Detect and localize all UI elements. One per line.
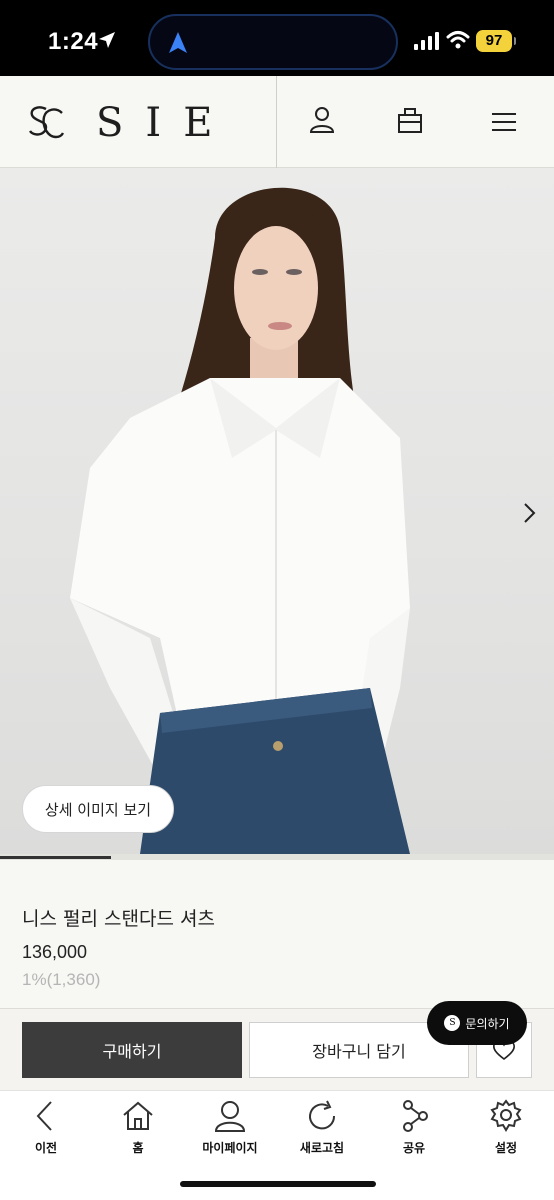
product-page: 1:24 97 SIE 상세 이미지 보기 니스 펄리 스탠다드 셔츠 136,… <box>0 0 554 1200</box>
nav-label: 공유 <box>402 1141 426 1155</box>
battery-indicator: 97 <box>476 30 516 52</box>
buy-button[interactable]: 구매하기 <box>22 1022 242 1078</box>
share-icon <box>403 1100 428 1132</box>
brand-monogram-icon <box>29 106 65 139</box>
product-image-gallery[interactable]: 상세 이미지 보기 <box>0 168 554 854</box>
account-icon[interactable] <box>309 106 335 134</box>
product-info: 니스 펄리 스탠다드 셔츠 136,000 1%(1,360) <box>0 860 554 1010</box>
user-icon <box>214 1101 246 1132</box>
brand-logo[interactable]: SIE <box>26 100 234 146</box>
inquiry-label: 문의하기 <box>465 1016 510 1031</box>
nav-label: 이전 <box>34 1141 58 1155</box>
product-price: 136,000 <box>22 942 88 962</box>
product-name: 니스 펄리 스탠다드 셔츠 <box>22 908 215 930</box>
nav-label: 설정 <box>494 1141 518 1155</box>
nav-label: 새로고침 <box>299 1141 345 1155</box>
home-indicator[interactable] <box>180 1181 376 1187</box>
wifi-icon <box>446 31 470 49</box>
brand-mark-icon: S <box>444 1015 461 1031</box>
navigation-arrow-icon <box>169 32 187 53</box>
reward-points: 1%(1,360) <box>22 970 101 989</box>
chevron-right-icon[interactable] <box>522 502 536 524</box>
nav-label: 홈 <box>132 1141 144 1155</box>
nav-settings[interactable]: 설정 <box>460 1099 552 1163</box>
shopping-bag-icon[interactable] <box>397 106 423 134</box>
location-arrow-icon <box>99 32 115 48</box>
inquiry-button[interactable]: S 문의하기 <box>427 1001 527 1045</box>
settings-icon <box>490 1099 522 1132</box>
dynamic-island <box>148 14 398 70</box>
detail-image-button[interactable]: 상세 이미지 보기 <box>22 785 174 833</box>
menu-icon[interactable] <box>491 112 517 132</box>
nav-back[interactable]: 이전 <box>0 1099 92 1163</box>
site-header: SIE <box>0 76 554 168</box>
nav-home[interactable]: 홈 <box>92 1099 184 1163</box>
home-icon <box>123 1101 153 1130</box>
refresh-icon <box>309 1100 336 1130</box>
gallery-progress-fill <box>0 856 111 859</box>
nav-refresh[interactable]: 새로고침 <box>276 1099 368 1163</box>
nav-mypage[interactable]: 마이페이지 <box>184 1099 276 1163</box>
status-bar: 1:24 97 <box>0 0 554 76</box>
brand-name: SIE <box>96 100 235 146</box>
nav-share[interactable]: 공유 <box>368 1099 460 1163</box>
nav-label: 마이페이지 <box>202 1141 258 1155</box>
back-icon <box>36 1101 52 1131</box>
header-divider <box>276 76 277 168</box>
clock: 1:24 <box>48 28 99 55</box>
cellular-signal-icon <box>414 32 439 50</box>
product-photo <box>70 187 410 854</box>
